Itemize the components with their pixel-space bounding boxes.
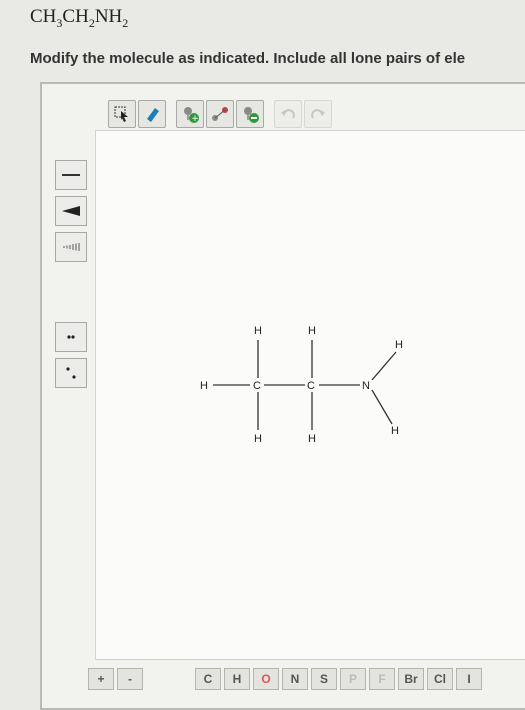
element-f-button[interactable]: F — [369, 668, 395, 690]
element-i-button[interactable]: I — [456, 668, 482, 690]
ethylamine-structure: H C C N H H H H H H — [200, 325, 403, 445]
element-cl-button[interactable]: Cl — [427, 668, 453, 690]
element-c-button[interactable]: C — [195, 668, 221, 690]
atom-n1[interactable]: N — [362, 380, 370, 392]
element-h-button[interactable]: H — [224, 668, 250, 690]
element-n-button[interactable]: N — [282, 668, 308, 690]
atom-c2[interactable]: C — [307, 380, 315, 392]
bond-n-h-top — [371, 351, 397, 381]
element-o-button[interactable]: O — [253, 668, 279, 690]
atom-h-c1-top[interactable]: H — [254, 325, 262, 337]
element-s-button[interactable]: S — [311, 668, 337, 690]
atom-h-c2-bottom[interactable]: H — [308, 433, 316, 445]
atom-h1[interactable]: H — [200, 380, 208, 392]
element-p-button[interactable]: P — [340, 668, 366, 690]
element-br-button[interactable]: Br — [398, 668, 424, 690]
atom-h-c1-bottom[interactable]: H — [254, 433, 262, 445]
increase-charge-button[interactable]: + — [88, 668, 114, 690]
decrease-charge-button[interactable]: - — [117, 668, 143, 690]
atom-c1[interactable]: C — [253, 380, 261, 392]
atom-h-n-bottom[interactable]: H — [391, 425, 399, 437]
atom-h-n-top[interactable]: H — [395, 339, 403, 351]
bond-n-h-bottom — [371, 389, 393, 425]
element-bar: + - C H O N S P F Br Cl I — [88, 666, 482, 692]
atom-h-c2-top[interactable]: H — [308, 325, 316, 337]
